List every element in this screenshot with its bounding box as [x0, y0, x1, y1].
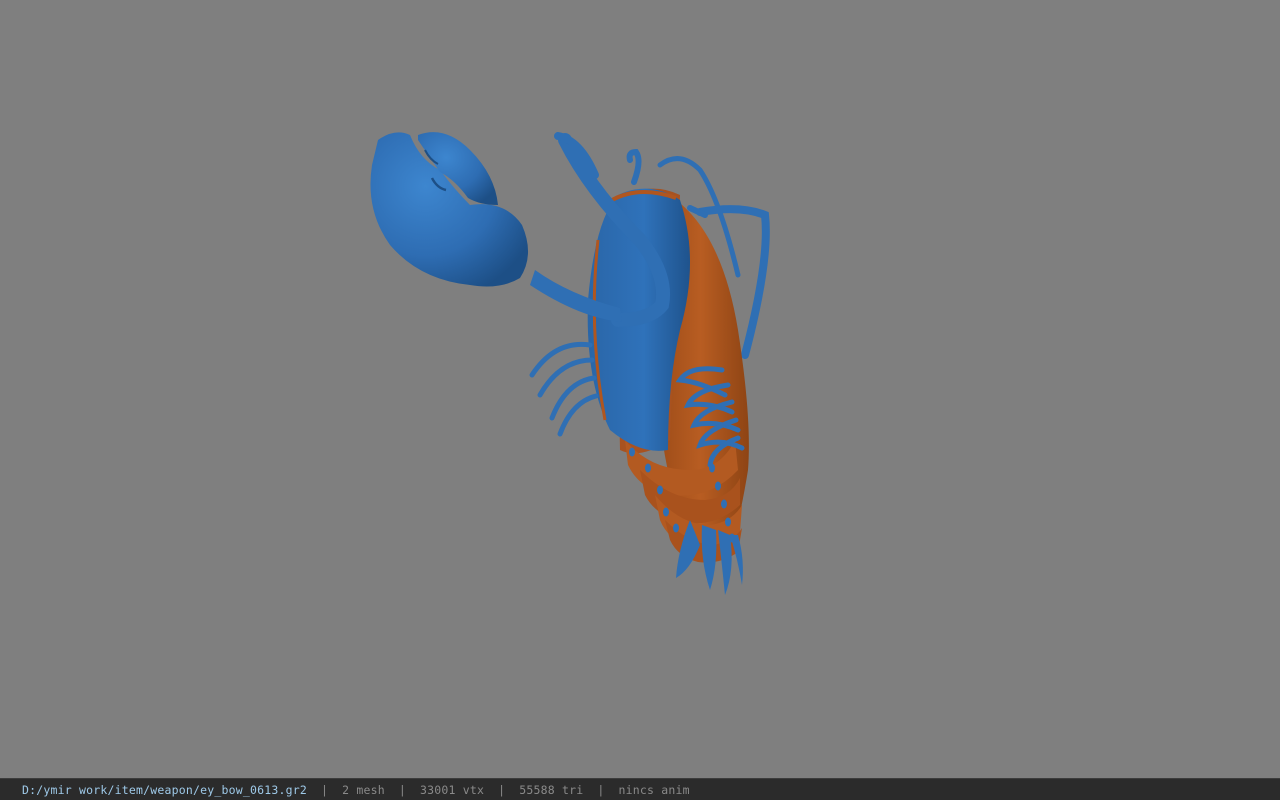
- lobster-bow-model[interactable]: [0, 0, 1280, 778]
- file-path: D:/ymir work/item/weapon/ey_bow_0613.gr2: [22, 782, 307, 797]
- 3d-viewport[interactable]: [0, 0, 1280, 778]
- separator: |: [320, 782, 329, 797]
- left-legs: [529, 341, 599, 437]
- mesh-count: 2 mesh: [342, 782, 385, 797]
- anim-status: nincs anim: [618, 782, 690, 797]
- vertex-count: 33001 vtx: [419, 782, 485, 797]
- status-bar: D:/ymir work/item/weapon/ey_bow_0613.gr2…: [0, 778, 1280, 800]
- separator: |: [398, 782, 406, 797]
- separator: |: [498, 782, 506, 797]
- triangle-count: 55588 tri: [519, 782, 584, 797]
- separator: |: [597, 782, 605, 797]
